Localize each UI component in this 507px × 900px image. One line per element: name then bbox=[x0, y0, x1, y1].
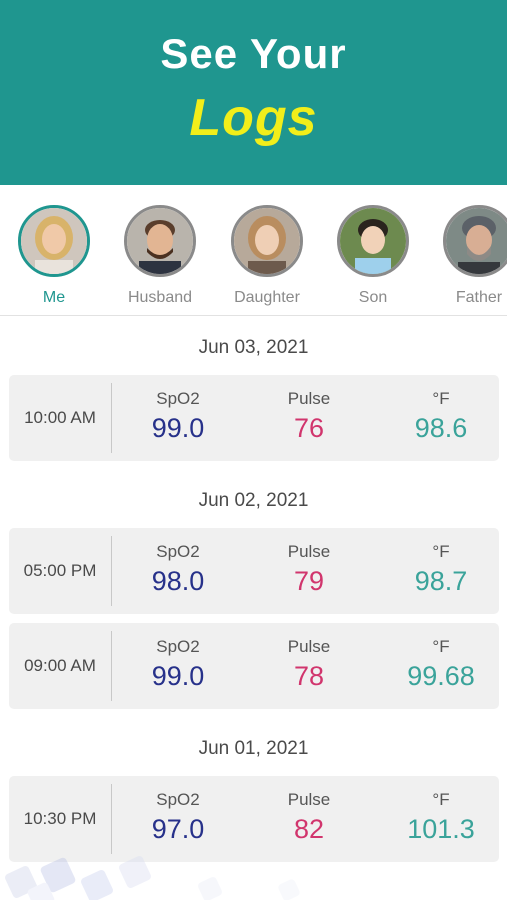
profile-father[interactable]: Father bbox=[434, 205, 507, 307]
temperature-metric: °F 99.68 bbox=[381, 637, 501, 692]
profile-me[interactable]: Me bbox=[9, 205, 99, 307]
avatar-girl-icon bbox=[234, 208, 300, 274]
pulse-metric: Pulse 78 bbox=[249, 637, 369, 692]
header-title-line2: Logs bbox=[189, 89, 318, 147]
log-time: 10:00 AM bbox=[24, 408, 96, 427]
avatar-boy-icon bbox=[340, 208, 406, 274]
header-title-line1: See Your bbox=[160, 30, 347, 77]
spo2-value: 99.0 bbox=[151, 413, 205, 443]
log-entry-card[interactable]: 10:00 AM SpO2 99.0 Pulse 76 °F 98.6 bbox=[9, 375, 499, 461]
avatar-older-man-icon bbox=[446, 208, 507, 274]
avatar bbox=[231, 205, 303, 277]
log-entry-card[interactable]: 10:30 PM SpO2 97.0 Pulse 82 °F 101.3 bbox=[9, 776, 499, 862]
avatar bbox=[443, 205, 507, 277]
temperature-label: °F bbox=[432, 790, 450, 809]
avatar-man-icon bbox=[127, 208, 193, 274]
spo2-metric: SpO2 97.0 bbox=[118, 790, 238, 845]
pulse-label: Pulse bbox=[287, 790, 331, 809]
divider bbox=[111, 631, 112, 701]
spo2-metric: SpO2 98.0 bbox=[118, 542, 238, 597]
log-time: 05:00 PM bbox=[23, 561, 97, 580]
avatar bbox=[337, 205, 409, 277]
log-date-heading: Jun 02, 2021 bbox=[198, 490, 309, 511]
profile-name: Father bbox=[455, 289, 503, 306]
avatar bbox=[18, 205, 90, 277]
pulse-label: Pulse bbox=[287, 542, 331, 561]
profile-husband[interactable]: Husband bbox=[115, 205, 205, 307]
pulse-metric: Pulse 76 bbox=[249, 389, 369, 444]
avatar-woman-icon bbox=[21, 208, 87, 274]
pulse-label: Pulse bbox=[287, 389, 331, 408]
pulse-value: 79 bbox=[293, 566, 325, 596]
divider bbox=[111, 536, 112, 606]
profile-name: Me bbox=[42, 289, 66, 306]
profile-daughter[interactable]: Daughter bbox=[222, 205, 312, 307]
log-date-heading: Jun 01, 2021 bbox=[198, 738, 309, 759]
pulse-value: 76 bbox=[293, 413, 325, 443]
profile-name: Daughter bbox=[234, 289, 300, 306]
temperature-label: °F bbox=[432, 389, 450, 408]
decorative-pattern bbox=[0, 855, 507, 900]
temperature-metric: °F 98.7 bbox=[381, 542, 501, 597]
spo2-label: SpO2 bbox=[156, 790, 200, 809]
spo2-metric: SpO2 99.0 bbox=[118, 637, 238, 692]
temperature-label: °F bbox=[432, 542, 450, 561]
log-time: 10:30 PM bbox=[23, 809, 97, 828]
spo2-value: 97.0 bbox=[151, 814, 205, 844]
temperature-value: 98.6 bbox=[414, 413, 468, 443]
spo2-value: 99.0 bbox=[151, 661, 205, 691]
temperature-value: 98.7 bbox=[414, 566, 468, 596]
pulse-label: Pulse bbox=[287, 637, 331, 656]
divider bbox=[111, 383, 112, 453]
profile-son[interactable]: Son bbox=[328, 205, 418, 307]
pulse-metric: Pulse 79 bbox=[249, 542, 369, 597]
log-date-heading: Jun 03, 2021 bbox=[198, 337, 309, 358]
pulse-metric: Pulse 82 bbox=[249, 790, 369, 845]
spo2-label: SpO2 bbox=[156, 637, 200, 656]
log-time: 09:00 AM bbox=[24, 656, 96, 675]
spo2-label: SpO2 bbox=[156, 389, 200, 408]
promo-header: See Your Logs bbox=[0, 0, 507, 185]
profile-name: Son bbox=[358, 289, 388, 306]
avatar bbox=[124, 205, 196, 277]
pulse-value: 78 bbox=[293, 661, 325, 691]
decorative-squares-icon bbox=[5, 856, 300, 900]
log-entry-card[interactable]: 05:00 PM SpO2 98.0 Pulse 79 °F 98.7 bbox=[9, 528, 499, 614]
profile-name: Husband bbox=[127, 289, 193, 306]
spo2-label: SpO2 bbox=[156, 542, 200, 561]
temperature-value: 101.3 bbox=[407, 814, 475, 844]
spo2-metric: SpO2 99.0 bbox=[118, 389, 238, 444]
temperature-label: °F bbox=[432, 637, 450, 656]
pulse-value: 82 bbox=[293, 814, 325, 844]
temperature-value: 99.68 bbox=[407, 661, 475, 691]
log-entry-card[interactable]: 09:00 AM SpO2 99.0 Pulse 78 °F 99.68 bbox=[9, 623, 499, 709]
profile-selector[interactable]: Me Husband Daughter Son Father bbox=[0, 185, 507, 316]
temperature-metric: °F 101.3 bbox=[381, 790, 501, 845]
temperature-metric: °F 98.6 bbox=[381, 389, 501, 444]
divider bbox=[111, 784, 112, 854]
spo2-value: 98.0 bbox=[151, 566, 205, 596]
